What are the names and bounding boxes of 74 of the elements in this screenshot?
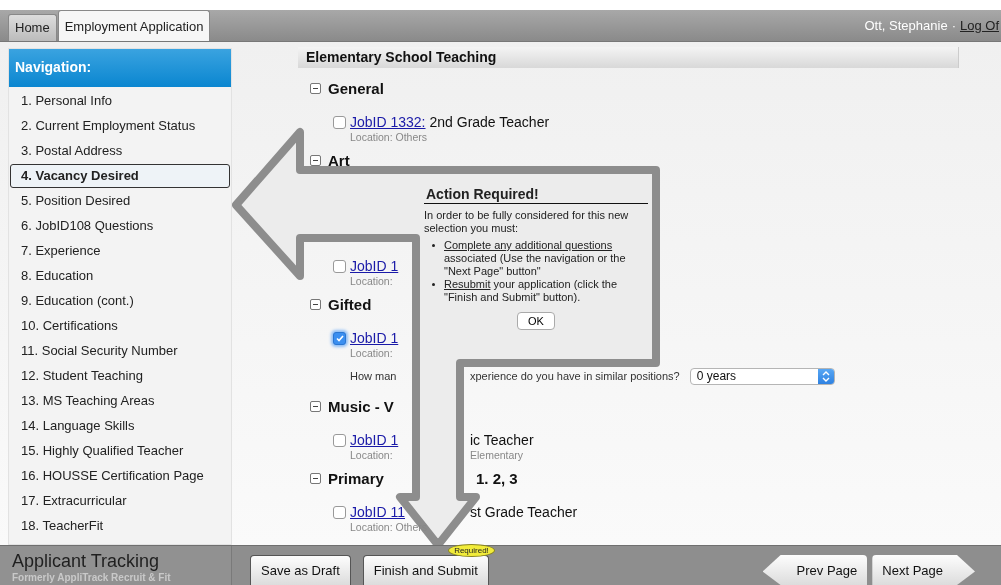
checkbox[interactable] [333, 505, 346, 519]
sidebar-item[interactable]: 17. Extracurricular [9, 489, 231, 513]
sidebar-item[interactable]: 3. Postal Address [9, 139, 231, 163]
job-link[interactable]: JobID 11 [350, 504, 405, 520]
location-label: Location: [350, 449, 393, 461]
footer-button[interactable]: Save as Draft [250, 555, 351, 585]
tab[interactable]: Employment Application [57, 10, 211, 41]
job-title: st Grade Teacher [470, 504, 578, 520]
location-label: Location: [350, 347, 393, 361]
checkbox[interactable] [333, 331, 346, 345]
tab[interactable]: Home [8, 14, 57, 41]
location-label: Elementary [470, 449, 524, 463]
section-title: General [328, 79, 384, 97]
checkbox[interactable] [333, 433, 346, 447]
location-label: Location: Others [350, 131, 428, 145]
brand-subtitle: Formerly AppliTrack Recruit & Fit [12, 572, 172, 583]
section-title: Art [328, 151, 350, 169]
section-title: 1. 2, 3 [476, 469, 518, 487]
dialog-text: In order to be fully considered for this new selection you must: [424, 209, 630, 235]
sidebar-item[interactable]: 6. JobID108 Questions [9, 214, 231, 238]
chevron-icon [817, 368, 834, 384]
collapse-icon[interactable] [310, 82, 321, 94]
instruction-link[interactable]: Resubmit [444, 278, 491, 290]
collapse-icon[interactable] [310, 298, 321, 310]
sidebar-item[interactable]: 15. Highly Qualified Teacher [9, 439, 231, 463]
section-heading: Elementary School Teaching [298, 47, 959, 68]
question-text: How man [350, 370, 397, 382]
sidebar-item[interactable]: 12. Student Teaching [9, 364, 231, 388]
job-link[interactable]: JobID 1 [350, 330, 399, 346]
ok-button[interactable]: OK [517, 312, 555, 330]
sidebar-item[interactable]: 1. Personal Info [9, 89, 231, 113]
sidebar-item[interactable]: 5. Position Desired [9, 189, 231, 213]
instruction-link[interactable]: Complete any additional questions [444, 239, 613, 251]
job-link[interactable]: JobID 1 [350, 432, 399, 448]
sidebar-item[interactable]: 10. Certifications [9, 314, 231, 338]
section-title: Music - V [328, 397, 394, 415]
sidebar-item[interactable]: 8. Education [9, 264, 231, 288]
question-text: xperience do you have in similar positions? [470, 370, 680, 382]
collapse-icon[interactable] [310, 400, 321, 412]
bullet-icon [432, 283, 435, 286]
logout-link[interactable]: Log Of [959, 18, 999, 33]
footer-button[interactable]: Finish and Submit [362, 555, 489, 585]
checkbox[interactable] [333, 259, 346, 273]
job-link[interactable]: JobID 1 [350, 258, 399, 274]
sidebar-item[interactable]: 13. MS Teaching Areas [9, 389, 231, 413]
section-title: Gifted [328, 295, 372, 313]
collapse-icon[interactable] [310, 154, 321, 166]
brand-title: Applicant Tracking [12, 551, 161, 572]
sidebar-item[interactable]: 18. TeacherFit [9, 514, 231, 538]
checkbox[interactable] [333, 115, 346, 129]
job-title: ic Teacher [470, 432, 534, 448]
dialog-title: Action Required! [424, 186, 648, 204]
sidebar-item[interactable]: 9. Education (cont.) [9, 289, 231, 313]
sidebar-item[interactable]: 4. Vacancy Desired [10, 164, 230, 188]
sidebar-header: Navigation: [9, 49, 231, 87]
location-label: Location: [350, 275, 393, 289]
sidebar-item[interactable]: 7. Experience [9, 239, 231, 263]
sidebar-item[interactable]: 11. Social Security Number [9, 339, 231, 363]
select-field[interactable]: 0 years [689, 367, 835, 385]
collapse-icon[interactable] [310, 472, 321, 484]
instruction-text: Complete any additional questions associated (Use the navigation or the "Next Page" button" [444, 239, 627, 278]
job-link[interactable]: JobID 1332: [350, 114, 426, 130]
bullet-icon [432, 244, 435, 247]
section-title: Primary [328, 469, 384, 487]
separator: · [951, 18, 956, 33]
job-title: 2nd Grade Teacher [429, 114, 550, 130]
sidebar-item[interactable]: 14. Language Skills [9, 414, 231, 438]
next-page-button[interactable]: Next Page [872, 555, 975, 585]
instruction-text: Resubmit your application (click the "Finish and Submit" button). [444, 278, 619, 304]
sidebar-item[interactable]: 16. HOUSSE Certification Page [9, 464, 231, 488]
sidebar-item[interactable]: 2. Current Employment Status [9, 114, 231, 138]
prev-page-button[interactable]: Prev Page [762, 555, 868, 585]
user-name: Ott, Stephanie [864, 18, 948, 33]
required-badge: Required! [448, 544, 495, 557]
